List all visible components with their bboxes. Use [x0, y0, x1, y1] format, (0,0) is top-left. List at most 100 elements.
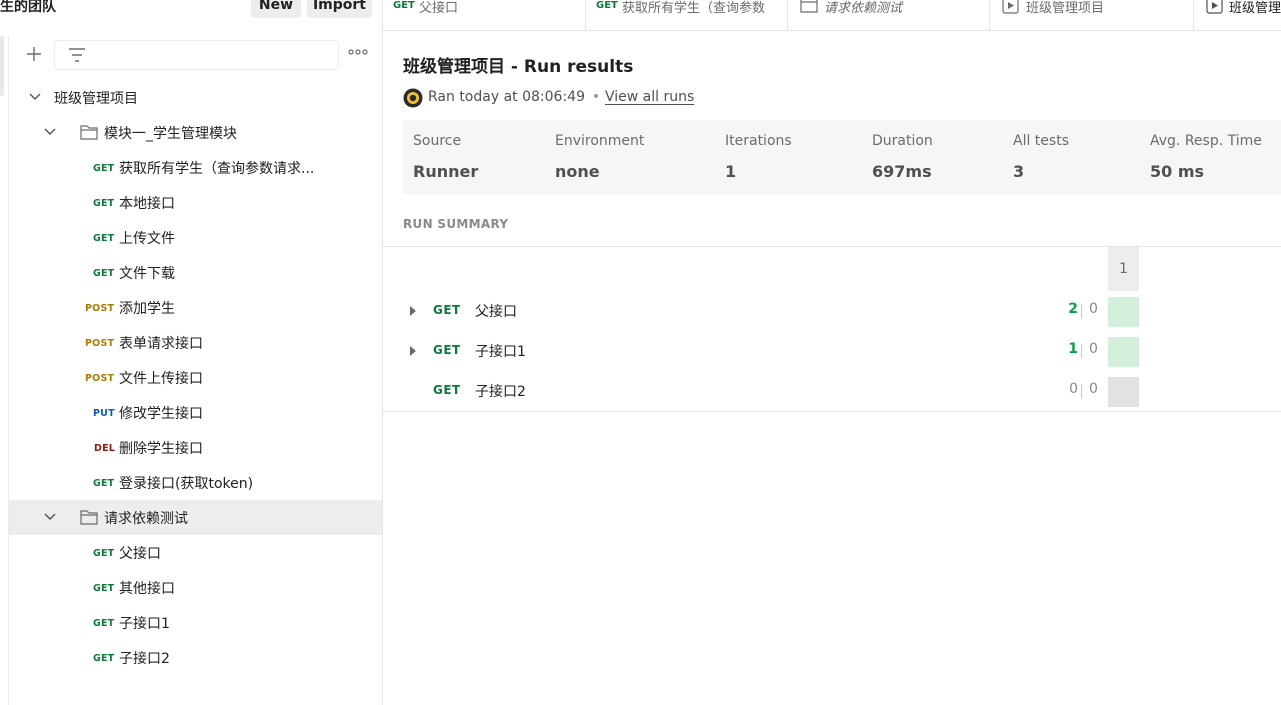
- request-name: 删除学生接口: [119, 441, 203, 457]
- request-name: 获取所有学生（查询参数请求...: [119, 161, 315, 177]
- failed-count: 0: [1089, 341, 1098, 357]
- tab-folder[interactable]: 请求依赖测试: [788, 0, 990, 30]
- request-method: GET: [93, 478, 115, 489]
- new-button[interactable]: New: [251, 0, 301, 18]
- folder-icon: [80, 510, 98, 525]
- page-title: 班级管理项目 - Run results: [403, 57, 634, 77]
- request-item[interactable]: GET 本地接口: [9, 185, 382, 220]
- tab-runner[interactable]: 班级管理项目: [990, 0, 1194, 30]
- run-request-name: 子接口2: [475, 384, 526, 400]
- tab-label: 父接口: [419, 1, 459, 16]
- request-item[interactable]: POST 文件上传接口: [9, 360, 382, 395]
- request-item[interactable]: GET 父接口: [9, 535, 382, 570]
- sidebar-scroll-handle[interactable]: [0, 36, 4, 96]
- folder-row[interactable]: 请求依赖测试: [9, 500, 382, 535]
- expand-caret-icon[interactable]: [410, 306, 416, 316]
- request-method: DEL: [94, 443, 116, 454]
- request-name: 其他接口: [119, 581, 175, 597]
- stat-label: Iterations: [725, 133, 792, 149]
- avatar: [403, 88, 423, 108]
- folder-name: 模块一_学生管理模块: [104, 126, 237, 142]
- expand-caret-icon[interactable]: [410, 346, 416, 356]
- tab-request[interactable]: GET 父接口: [383, 0, 586, 30]
- count-separator: [1081, 344, 1082, 358]
- request-name: 添加学生: [119, 301, 175, 317]
- request-item[interactable]: GET 其他接口: [9, 570, 382, 605]
- run-summary-row[interactable]: GET 子接口1 1 0: [383, 331, 1281, 371]
- request-item[interactable]: GET 上传文件: [9, 220, 382, 255]
- request-item[interactable]: GET 子接口2: [9, 640, 382, 675]
- stat-value: 1: [725, 162, 737, 181]
- tab-bar: GET 父接口 GET 获取所有学生（查询参数 请求依赖测试 班级管理项目 班级…: [383, 0, 1281, 31]
- run-summary-row[interactable]: GET 子接口2 0 0: [383, 371, 1281, 411]
- request-item[interactable]: GET 文件下载: [9, 255, 382, 290]
- request-method: GET: [93, 583, 115, 594]
- request-name: 上传文件: [119, 231, 175, 247]
- collection-name: 班级管理项目: [54, 91, 138, 107]
- stat-value: 50 ms: [1150, 162, 1205, 181]
- tab-method: GET: [393, 0, 415, 11]
- tab-request[interactable]: GET 获取所有学生（查询参数: [586, 0, 788, 30]
- request-item[interactable]: GET 登录接口(获取token): [9, 465, 382, 500]
- tab-label: 请求依赖测试: [824, 1, 903, 16]
- request-item[interactable]: POST 表单请求接口: [9, 325, 382, 360]
- runner-icon: [1002, 0, 1019, 14]
- folder-row[interactable]: 模块一_学生管理模块: [9, 115, 382, 150]
- chevron-down-icon[interactable]: [44, 128, 56, 136]
- tab-method: GET: [596, 0, 618, 11]
- request-method: POST: [85, 303, 115, 314]
- stat-value: none: [555, 162, 600, 181]
- request-name: 文件下载: [119, 266, 175, 282]
- folder-name: 请求依赖测试: [104, 511, 188, 527]
- run-summary-heading: RUN SUMMARY: [403, 217, 509, 231]
- request-name: 修改学生接口: [119, 406, 203, 422]
- import-button[interactable]: Import: [307, 0, 372, 18]
- chevron-down-icon[interactable]: [44, 513, 56, 521]
- stat-label: Environment: [555, 133, 645, 149]
- request-name: 表单请求接口: [119, 336, 203, 352]
- stat-label: All tests: [1013, 133, 1069, 149]
- request-name: 子接口2: [119, 651, 170, 667]
- filter-icon: [69, 48, 85, 62]
- request-method: POST: [85, 338, 115, 349]
- run-method: GET: [433, 383, 461, 397]
- stat-value: 697ms: [872, 162, 932, 181]
- request-method: GET: [93, 233, 115, 244]
- request-item[interactable]: DEL 删除学生接口: [9, 430, 382, 465]
- chevron-down-icon[interactable]: [29, 93, 41, 101]
- request-item[interactable]: PUT 修改学生接口: [9, 395, 382, 430]
- run-summary-row[interactable]: GET 父接口 2 0: [383, 291, 1281, 331]
- request-name: 父接口: [119, 546, 161, 562]
- run-request-name: 父接口: [475, 304, 517, 320]
- tab-runner-active[interactable]: 班级管理项目: [1193, 0, 1281, 30]
- filter-input[interactable]: [54, 40, 339, 70]
- run-method: GET: [433, 343, 461, 357]
- request-method: GET: [93, 268, 115, 279]
- passed-count: 0: [1069, 381, 1078, 397]
- workspace-name[interactable]: 生的团队: [0, 0, 56, 16]
- request-method: GET: [93, 618, 115, 629]
- request-name: 子接口1: [119, 616, 170, 632]
- request-method: GET: [93, 548, 115, 559]
- collection-row[interactable]: 班级管理项目: [9, 80, 382, 115]
- folder-icon: [80, 125, 98, 140]
- stat-label: Avg. Resp. Time: [1150, 133, 1262, 149]
- request-name: 文件上传接口: [119, 371, 203, 387]
- sidebar: 生的团队 New Import 班级管理项目 模块一_学生管理模块 GET 获取…: [0, 0, 383, 705]
- divider: [383, 411, 1281, 412]
- tab-label: 班级管理项目: [1229, 1, 1281, 16]
- more-icon[interactable]: [348, 48, 368, 56]
- stat-value: Runner: [413, 162, 479, 181]
- count-separator: [1081, 304, 1082, 318]
- ran-timestamp: Ran today at 08:06:49: [428, 89, 585, 105]
- tab-label: 班级管理项目: [1026, 1, 1105, 16]
- plus-icon[interactable]: [24, 44, 44, 64]
- view-all-runs-link[interactable]: View all runs: [605, 89, 694, 105]
- request-item[interactable]: GET 获取所有学生（查询参数请求...: [9, 150, 382, 185]
- separator-dot: •: [592, 89, 601, 105]
- tab-label: 获取所有学生（查询参数: [622, 1, 766, 16]
- request-item[interactable]: POST 添加学生: [9, 290, 382, 325]
- request-item[interactable]: GET 子接口1: [9, 605, 382, 640]
- request-method: GET: [93, 198, 115, 209]
- failed-count: 0: [1089, 381, 1098, 397]
